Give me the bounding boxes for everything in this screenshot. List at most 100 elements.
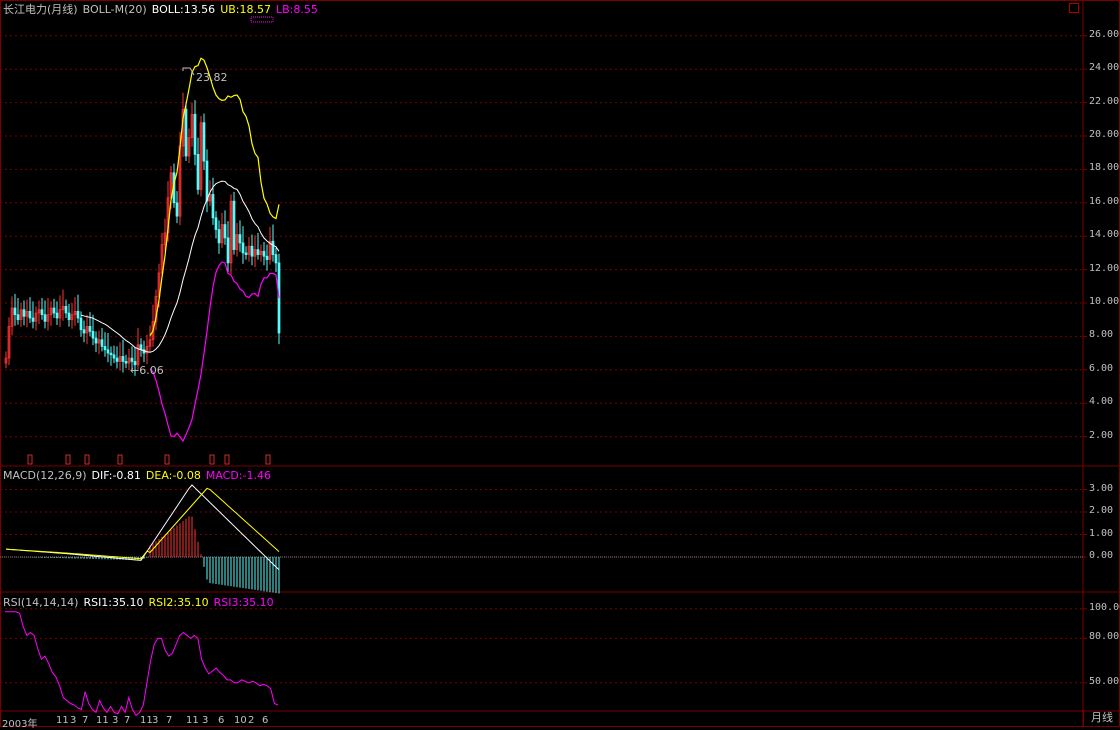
event-marker-6 xyxy=(224,454,230,465)
candle-body-84 xyxy=(256,249,260,255)
event-marker-3 xyxy=(117,454,123,465)
candle-body-24 xyxy=(76,311,80,319)
candle-body-25 xyxy=(79,317,83,331)
event-marker-5 xyxy=(209,454,215,465)
date-tick-0: 2003年 xyxy=(2,719,38,730)
date-tick-3: 7 xyxy=(82,715,89,726)
boll-lower-line xyxy=(149,261,280,443)
period-label[interactable]: 月线 xyxy=(1083,710,1120,726)
date-tick-2: 3 xyxy=(70,715,77,726)
main-y-tick-11: 4.00 xyxy=(1089,396,1114,408)
macd-dea-line xyxy=(5,487,280,560)
candle-body-32 xyxy=(100,339,104,347)
rsi-y-tick-2: 50.00 xyxy=(1089,675,1120,687)
date-tick-12: 6 xyxy=(218,715,225,726)
candle-body-67 xyxy=(205,160,209,202)
candle-body-74 xyxy=(226,237,230,264)
candle-body-8 xyxy=(28,311,32,319)
event-marker-4 xyxy=(164,454,170,465)
main-y-tick-4: 18.00 xyxy=(1089,162,1120,174)
candle-body-29 xyxy=(91,331,95,339)
event-marker-1 xyxy=(65,454,71,465)
candle-body-89 xyxy=(271,240,275,255)
date-tick-10: 11 xyxy=(186,715,199,726)
date-tick-11: 3 xyxy=(202,715,209,726)
main-y-tick-9: 8.00 xyxy=(1089,329,1114,341)
chart-canvas[interactable]: 23.82 ←6.06 xyxy=(0,0,1120,727)
macd-y-tick-2: 1.00 xyxy=(1089,527,1114,539)
candle-body-66 xyxy=(202,122,206,162)
candle-body-30 xyxy=(94,337,98,344)
date-tick-6: 7 xyxy=(124,715,131,726)
candle-body-64 xyxy=(196,154,200,190)
chart-frame xyxy=(0,0,1120,727)
candle-body-86 xyxy=(262,250,266,257)
candle-body-9 xyxy=(31,317,35,322)
candle-body-69 xyxy=(211,194,215,219)
main-y-tick-5: 16.00 xyxy=(1089,195,1120,207)
candle-body-37 xyxy=(115,357,119,362)
main-y-tick-10: 6.00 xyxy=(1089,362,1114,374)
candle-body-28 xyxy=(88,326,92,332)
candle-body-35 xyxy=(109,352,113,356)
candle-body-78 xyxy=(238,234,242,244)
candle-body-73 xyxy=(223,224,227,239)
main-y-tick-2: 22.00 xyxy=(1089,95,1120,107)
candle-body-82 xyxy=(250,245,254,257)
candle-body-57 xyxy=(175,202,179,217)
candle-body-3 xyxy=(13,307,17,316)
main-y-tick-0: 26.00 xyxy=(1089,28,1120,40)
macd-y-tick-3: 0.00 xyxy=(1089,550,1114,561)
candle-body-21 xyxy=(67,312,71,321)
candle-body-76 xyxy=(232,200,236,250)
event-marker-2 xyxy=(84,454,90,465)
date-tick-13: 10 xyxy=(234,715,247,726)
candle-body-40 xyxy=(124,361,128,364)
candle-body-71 xyxy=(217,229,221,244)
candle-body-17 xyxy=(55,312,59,319)
main-y-tick-3: 20.00 xyxy=(1089,129,1120,140)
candle-body-6 xyxy=(22,309,26,317)
candle-body-34 xyxy=(106,349,110,354)
date-tick-7: 11 xyxy=(140,715,153,726)
main-y-tick-1: 24.00 xyxy=(1089,62,1120,74)
candle-body-42 xyxy=(130,357,134,362)
candle-body-33 xyxy=(103,346,107,351)
candle-body-60 xyxy=(184,108,188,157)
event-marker-7 xyxy=(265,454,271,465)
candle-body-39 xyxy=(121,356,125,362)
candle-body-12 xyxy=(40,309,44,316)
macd-y-tick-1: 2.00 xyxy=(1089,505,1114,516)
low-price-marker: ←6.06 xyxy=(130,364,164,377)
candle-body-16 xyxy=(52,307,56,314)
candle-body-13 xyxy=(43,314,47,322)
candle-body-20 xyxy=(64,305,68,314)
rsi-line xyxy=(5,611,279,717)
main-y-tick-7: 12.00 xyxy=(1089,262,1120,274)
rsi-y-tick-1: 80.00 xyxy=(1089,631,1120,643)
main-y-tick-6: 14.00 xyxy=(1089,229,1120,241)
candle-body-90 xyxy=(274,254,278,264)
date-tick-8: 3 xyxy=(152,715,159,726)
date-tick-14: 2 xyxy=(248,715,255,726)
main-y-tick-12: 2.00 xyxy=(1089,429,1114,441)
event-marker-0 xyxy=(27,454,33,465)
date-tick-4: 11 xyxy=(96,715,109,726)
boll-upper-line xyxy=(149,57,280,337)
candle-body-70 xyxy=(214,217,218,230)
candle-body-26 xyxy=(82,329,86,334)
candle-body-63 xyxy=(193,113,197,155)
candle-body-36 xyxy=(112,354,116,359)
lb-swatch xyxy=(250,16,274,23)
date-tick-5: 3 xyxy=(112,715,119,726)
macd-y-tick-0: 3.00 xyxy=(1089,482,1114,494)
main-y-tick-8: 10.00 xyxy=(1089,296,1120,307)
candle-body-80 xyxy=(244,252,248,255)
candle-body-79 xyxy=(241,242,245,254)
rsi-y-tick-0: 100.00 xyxy=(1089,601,1120,613)
candle-body-87 xyxy=(265,255,269,260)
date-tick-15: 6 xyxy=(262,715,269,726)
date-tick-1: 11 xyxy=(56,715,69,726)
high-price-marker: 23.82 xyxy=(196,71,228,84)
candle-body-4 xyxy=(16,314,20,321)
